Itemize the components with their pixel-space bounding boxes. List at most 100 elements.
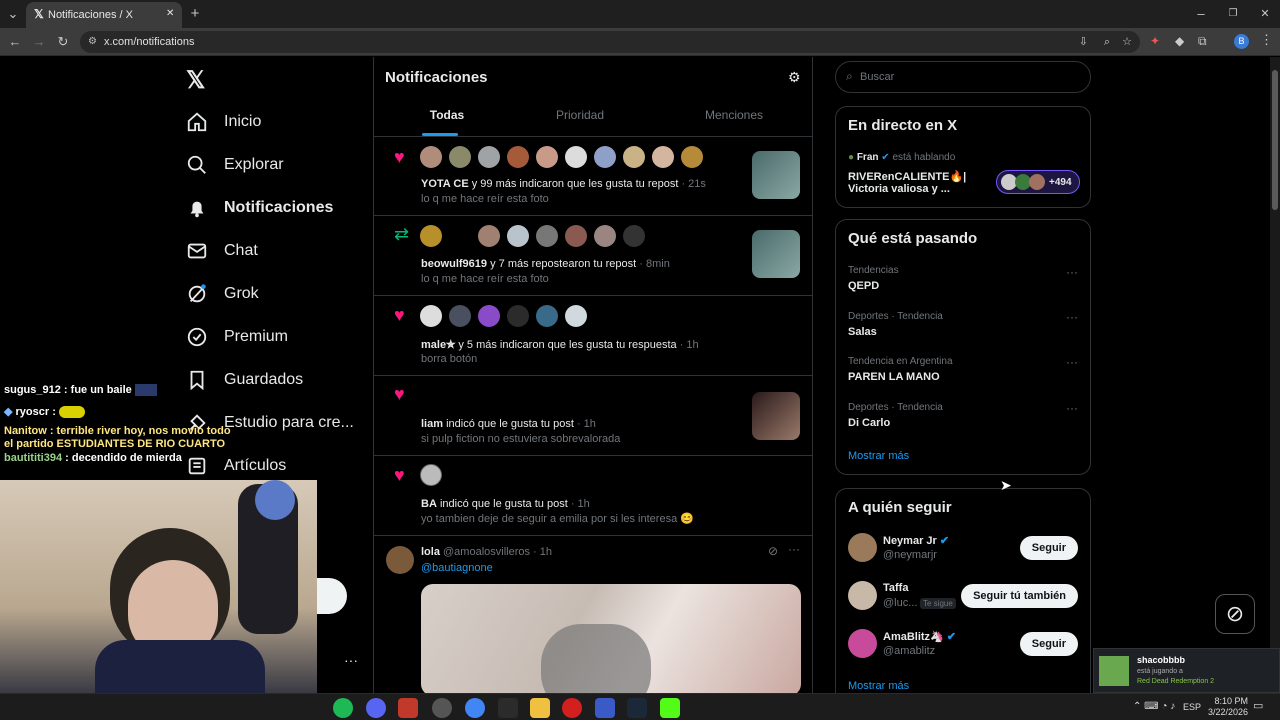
settings-gear-icon[interactable]: ⚙ [788,69,801,86]
close-tab-icon[interactable]: ✕ [166,8,174,19]
close-window-icon[interactable]: ✕ [1256,0,1274,28]
discord-icon[interactable] [366,698,386,718]
more-options-icon[interactable]: ··· [1066,355,1078,369]
mention-post[interactable]: lola @amoalosvilleros · 1h ⊘ ··· @bautia… [374,536,812,696]
clock[interactable]: 8:10 PM 3/22/2026 [1204,696,1248,718]
avatar[interactable] [594,146,616,168]
app-icon[interactable] [595,698,615,718]
zoom-icon[interactable]: ⌕ [1104,31,1110,53]
nav-item-chat[interactable]: Chat [186,229,376,272]
avatar[interactable] [420,146,442,168]
post-thumbnail[interactable] [752,151,800,199]
minimize-icon[interactable]: – [1192,0,1210,28]
avatar[interactable] [449,305,471,327]
avatar[interactable] [623,146,645,168]
steam-icon[interactable] [627,698,647,718]
opera-icon[interactable] [562,698,582,718]
avatar[interactable] [478,225,500,247]
extension-icon[interactable]: ✦ [1150,34,1164,48]
avatar[interactable] [507,225,529,247]
tab-menciones[interactable]: Menciones [664,97,804,133]
notification-item[interactable]: ♥ male✯ y 5 más indicaron que les gusta … [374,296,812,376]
avatar[interactable] [449,146,471,168]
author-name[interactable]: lola [421,546,440,558]
nav-item-inicio[interactable]: Inicio [186,101,376,143]
notification-item[interactable]: ♥ YOTA CE y 99 más indicaron que les gus… [374,137,812,216]
obs-icon[interactable] [432,698,452,718]
avatar[interactable] [681,146,703,168]
avatar[interactable] [420,464,442,486]
notification-item[interactable]: ♥ BA indicó que le gusta tu post · 1h yo… [374,456,812,536]
search-box[interactable]: ⌕ Buscar [835,61,1091,93]
grok-floating-button[interactable]: ⊘ [1215,594,1255,634]
listeners-pill[interactable]: +494 [996,170,1080,194]
kebab-menu-icon[interactable]: ⋮ [1260,32,1273,48]
more-options-icon[interactable]: ··· [1066,265,1078,279]
folder-icon[interactable] [530,698,550,718]
tray-icons[interactable]: ⌃ ⌨ ◔ ♪ [1133,701,1175,712]
avatar[interactable] [652,146,674,168]
avatar[interactable] [565,225,587,247]
browser-tab[interactable]: 𝕏 Notificaciones / X ✕ [26,2,182,28]
nav-item-premium[interactable]: Premium [186,315,376,358]
avatar[interactable] [848,581,877,610]
account-more-icon[interactable]: ··· [344,652,358,668]
install-icon[interactable]: ⇩ [1079,31,1088,53]
avatar[interactable] [386,546,414,574]
show-more-link[interactable]: Mostrar más [848,680,909,692]
avatar[interactable] [478,146,500,168]
notification-center-icon[interactable]: ▭ [1253,699,1263,712]
nav-item-notificaciones[interactable]: Notificaciones [186,186,376,229]
actor-name[interactable]: YOTA CE [421,178,469,190]
avatar[interactable] [623,225,645,247]
tab-prioridad[interactable]: Prioridad [520,97,640,133]
nav-item-grok[interactable]: Grok [186,272,376,315]
actor-name[interactable]: liam [421,418,443,430]
app-icon[interactable] [398,698,418,718]
kick-icon[interactable] [660,698,680,718]
trend-item[interactable]: Deportes · Tendencia Salas [848,311,1078,347]
avatar[interactable] [594,225,616,247]
avatar[interactable] [848,629,877,658]
follow-button[interactable]: Seguir [1019,632,1078,656]
author-handle[interactable]: @amoalosvilleros [443,546,530,558]
avatar[interactable] [478,305,500,327]
post-thumbnail[interactable] [752,230,800,278]
more-options-icon[interactable]: ··· [1066,401,1078,415]
x-logo-icon[interactable]: 𝕏 [186,66,205,95]
avatar[interactable] [507,305,529,327]
scrollbar-thumb[interactable] [1272,70,1278,210]
more-options-icon[interactable]: ··· [788,542,800,556]
chrome-icon[interactable] [465,698,485,718]
actor-name[interactable]: male✯ [421,339,455,351]
trend-item[interactable]: Tendencia en Argentina PAREN LA MANO [848,356,1078,392]
avatar[interactable] [848,533,877,562]
avatar[interactable] [565,305,587,327]
steam-notification[interactable]: shacobbbb está jugando a Red Dead Redemp… [1093,648,1280,693]
bookmark-star-icon[interactable]: ☆ [1122,31,1132,53]
app-icon[interactable] [498,698,518,718]
spotify-icon[interactable] [333,698,353,718]
extension-icon[interactable]: ◆ [1175,34,1189,48]
site-info-icon[interactable]: ⚙ [88,31,97,53]
follow-back-button[interactable]: Seguir tú también [961,584,1078,608]
language-indicator[interactable]: ESP [1183,702,1201,712]
profile-icon[interactable]: B [1234,34,1249,49]
nav-item-explorar[interactable]: Explorar [186,143,376,186]
tab-todas[interactable]: Todas [374,97,520,133]
mention-link[interactable]: @bautiagnone [421,562,493,574]
avatar[interactable] [507,146,529,168]
avatar[interactable] [420,225,442,247]
grok-explain-icon[interactable]: ⊘ [768,544,778,558]
avatar[interactable] [536,305,558,327]
tab-list-icon[interactable]: ⌄ [4,0,22,28]
post-thumbnail[interactable] [752,392,800,440]
restore-icon[interactable]: ❐ [1224,0,1242,28]
trend-item[interactable]: Tendencias QEPD [848,265,1078,301]
notification-item[interactable]: ♥ liam indicó que le gusta tu post · 1h … [374,376,812,456]
follow-button[interactable]: Seguir [1019,536,1078,560]
live-host[interactable]: ● Fran ✔ está hablando [848,152,955,163]
avatar[interactable] [536,146,558,168]
avatar[interactable] [420,305,442,327]
notification-item[interactable]: ⇄ beowulf9619 y 7 más repostearon tu rep… [374,216,812,296]
